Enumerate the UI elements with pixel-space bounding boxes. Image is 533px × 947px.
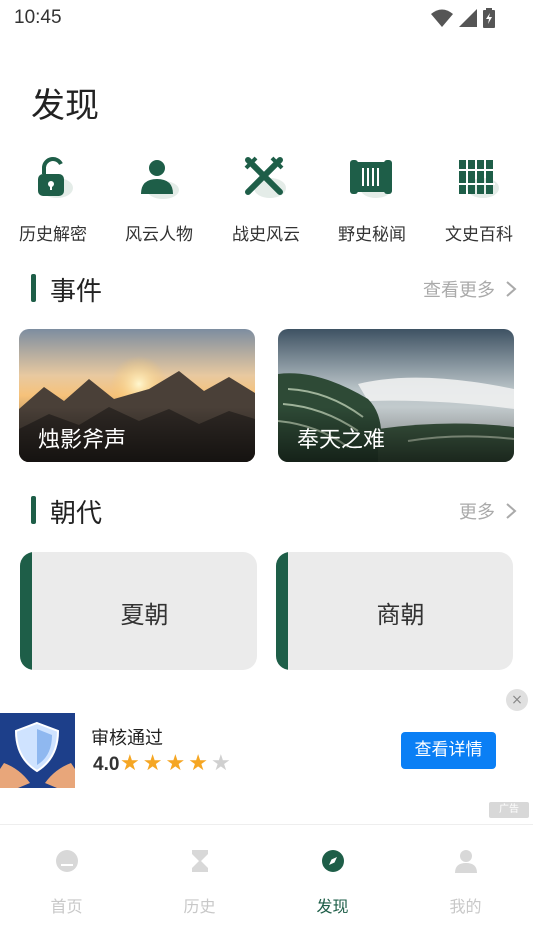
tab-label: 首页 <box>50 897 83 916</box>
scroll-icon <box>350 160 392 198</box>
category-figures[interactable]: 风云人物 <box>106 152 212 245</box>
battery-icon <box>483 8 495 28</box>
person-icon <box>141 160 179 199</box>
section-accent-bar <box>31 496 36 524</box>
status-bar: 10:45 <box>0 0 533 38</box>
category-encyclopedia[interactable]: 文史百科 <box>426 152 532 245</box>
dynasty-more-label: 更多 <box>459 502 495 523</box>
dynasty-card-label: 商朝 <box>376 601 425 629</box>
signal-icon <box>459 9 477 27</box>
bamboo-slips-icon <box>457 160 499 198</box>
category-war-history[interactable]: 战史风云 <box>213 152 319 245</box>
event-card-label: 奉天之难 <box>297 428 386 453</box>
ad-mark: 广告 <box>489 802 529 818</box>
tab-history[interactable]: 历史 <box>133 847 266 917</box>
ad-rating-value: 4.0 <box>93 754 120 775</box>
star-icon: ★ <box>120 751 140 776</box>
event-card-label: 烛影斧声 <box>38 428 127 453</box>
dynasty-section-header: 朝代 更多 <box>0 492 533 532</box>
dynasty-card[interactable]: 商朝 <box>276 552 513 670</box>
unlock-icon <box>38 157 73 198</box>
hourglass-icon <box>191 850 208 872</box>
chevron-right-icon <box>506 503 517 519</box>
chevron-right-icon <box>506 281 517 297</box>
dynasty-card-label: 夏朝 <box>120 601 169 629</box>
category-label: 文史百科 <box>445 225 513 245</box>
tab-home[interactable]: 首页 <box>0 847 133 917</box>
star-icon: ★ <box>188 751 208 776</box>
events-more-label: 查看更多 <box>423 280 495 301</box>
status-icons <box>431 8 495 28</box>
category-row: 历史解密 风云人物 战史风云 野史秘闻 文史百科 <box>0 152 533 247</box>
dynasty-card[interactable]: 夏朝 <box>20 552 257 670</box>
star-icon: ★ <box>165 751 186 776</box>
star-icon: ★ <box>142 751 163 776</box>
events-more-link[interactable]: 查看更多 <box>423 276 517 302</box>
ad-title: 审核通过 <box>91 728 163 749</box>
crossed-swords-icon <box>244 156 286 198</box>
tab-label: 发现 <box>316 897 349 916</box>
dynasty-section-title: 朝代 <box>50 499 103 529</box>
compass-icon <box>321 850 344 872</box>
profile-icon <box>454 850 477 873</box>
tab-label: 历史 <box>183 897 216 916</box>
category-label: 野史秘闻 <box>338 225 406 245</box>
events-section-header: 事件 查看更多 <box>0 270 533 310</box>
ad-view-details-button[interactable]: 查看详情 <box>401 732 496 769</box>
tab-label: 我的 <box>449 897 482 916</box>
tab-discover[interactable]: 发现 <box>266 847 399 917</box>
dynasty-card-accent <box>20 552 32 670</box>
section-accent-bar <box>31 274 36 302</box>
category-history-decrypt[interactable]: 历史解密 <box>0 152 106 245</box>
ad-star-rating: ★ ★ ★ ★ ★ <box>120 751 231 776</box>
category-label: 历史解密 <box>19 225 87 245</box>
ad-close-button[interactable]: × <box>506 689 528 711</box>
wifi-icon <box>431 9 453 27</box>
event-card[interactable]: 烛影斧声 <box>19 329 255 462</box>
category-secret-history[interactable]: 野史秘闻 <box>319 152 425 245</box>
category-label: 风云人物 <box>125 225 193 245</box>
category-label: 战史风云 <box>232 225 300 245</box>
bottom-tab-bar: 首页 历史 发现 我的 <box>0 824 533 947</box>
event-card[interactable]: 奉天之难 <box>278 329 514 462</box>
status-time: 10:45 <box>14 7 62 28</box>
page-title: 发现 <box>31 86 99 126</box>
home-icon <box>55 850 78 872</box>
tab-mine[interactable]: 我的 <box>399 847 532 917</box>
shield-hands-icon <box>0 713 75 788</box>
dynasty-card-accent <box>276 552 288 670</box>
events-section-title: 事件 <box>50 277 103 307</box>
star-empty-icon: ★ <box>210 751 231 776</box>
dynasty-more-link[interactable]: 更多 <box>459 498 517 524</box>
